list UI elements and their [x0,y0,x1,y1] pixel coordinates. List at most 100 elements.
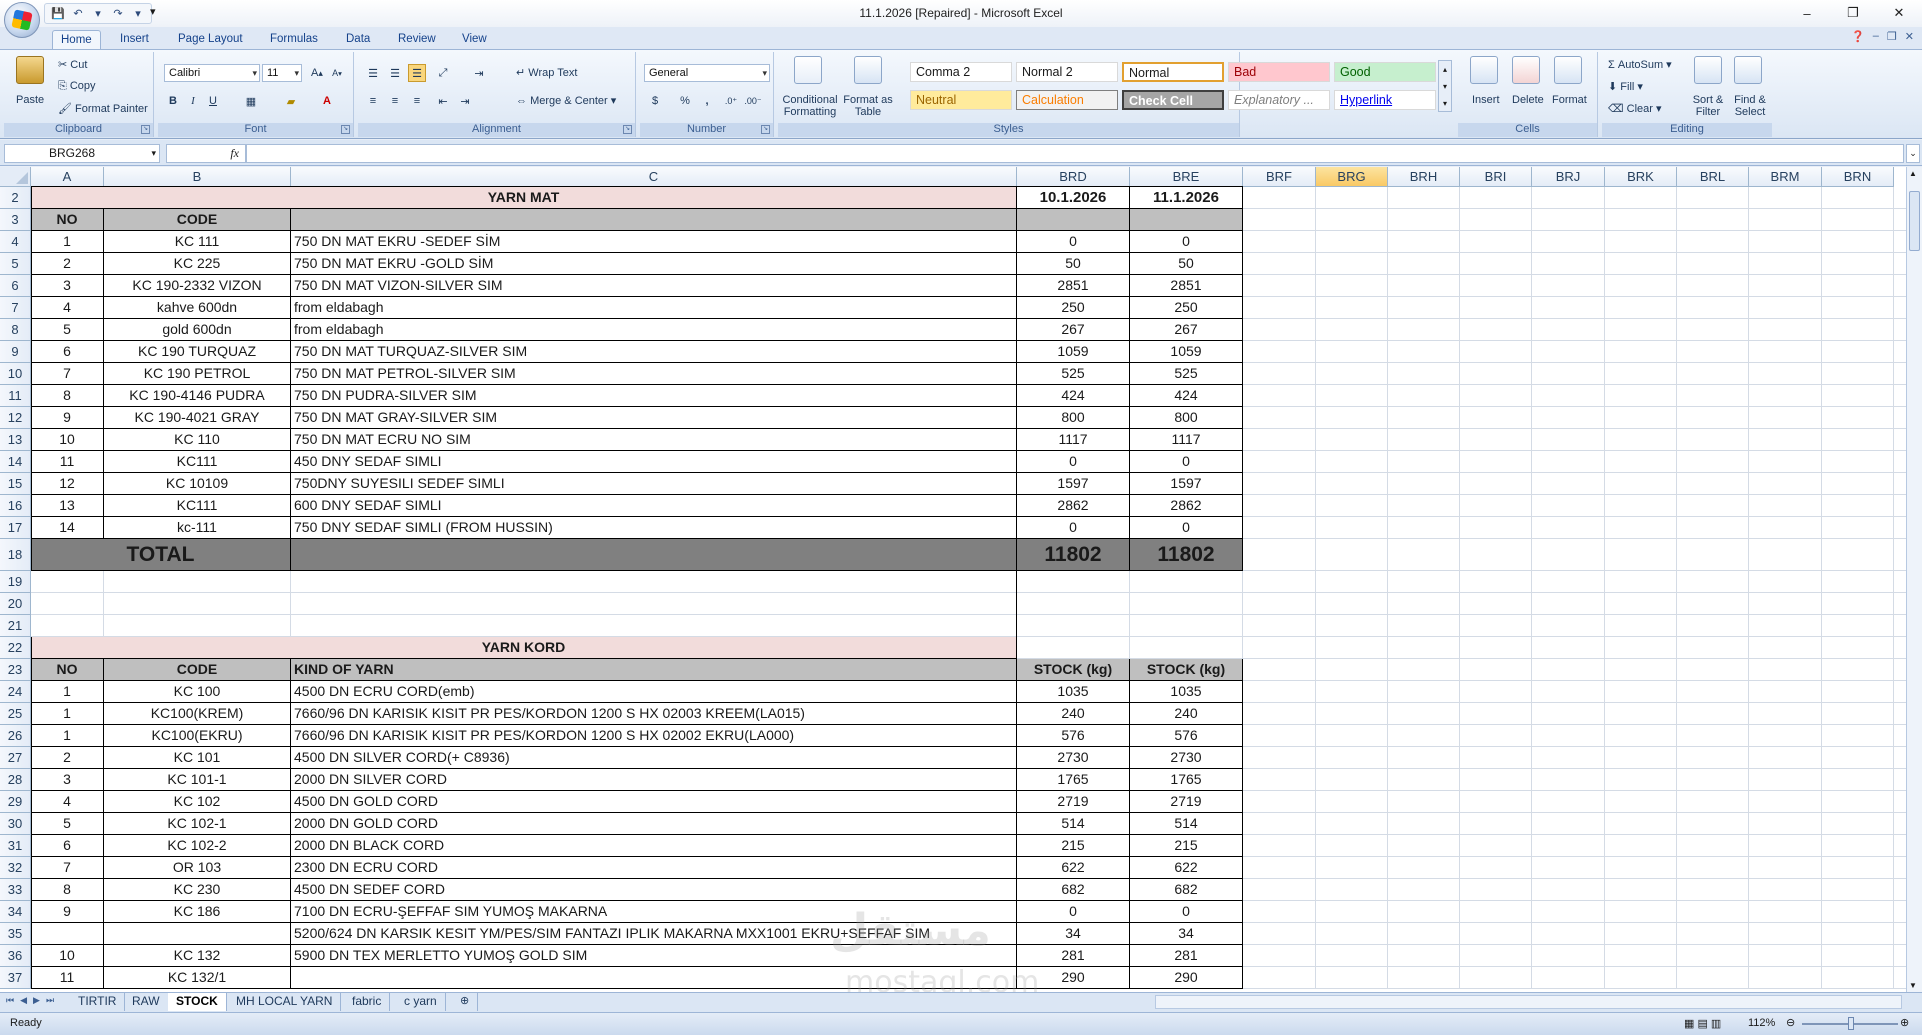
row-header-13[interactable]: 13 [0,429,31,451]
yarn-mat-stock-2[interactable]: 800 [1130,407,1243,429]
column-header-brm[interactable]: BRM [1749,167,1822,187]
yarn-kord-stock-1[interactable]: 281 [1017,945,1130,967]
yarn-kord-header-stock-2[interactable]: STOCK (kg) [1130,659,1243,681]
yarn-mat-no[interactable]: 6 [31,341,104,363]
ribbon-close-icon[interactable]: ✕ [1905,30,1914,43]
row-header-22[interactable]: 22 [0,637,31,659]
yarn-mat-desc[interactable]: 600 DNY SEDAF SIMLI [291,495,1017,517]
row-header-33[interactable]: 33 [0,879,31,901]
decrease-indent-icon[interactable]: ⇤ [434,92,452,110]
row-header-15[interactable]: 15 [0,473,31,495]
yarn-kord-no[interactable]: 10 [31,945,104,967]
dialog-launcher-icon[interactable]: ↘ [141,125,150,134]
yarn-kord-stock-1[interactable]: 682 [1017,879,1130,901]
row-header-14[interactable]: 14 [0,451,31,473]
yarn-mat-code[interactable]: KC 225 [104,253,291,275]
tab-view[interactable]: View [454,30,495,49]
column-header-c[interactable]: C [291,167,1017,187]
yarn-mat-code[interactable]: KC 190-4146 PUDRA [104,385,291,407]
increase-decimal-icon[interactable]: .0⁺ [722,92,740,110]
yarn-kord-no[interactable]: 7 [31,857,104,879]
yarn-kord-stock-2[interactable]: 2719 [1130,791,1243,813]
vertical-scrollbar[interactable]: ▲ ▼ [1906,167,1922,992]
scroll-up-icon[interactable]: ▲ [1909,169,1917,178]
yarn-mat-no[interactable]: 10 [31,429,104,451]
yarn-kord-code[interactable]: KC100(KREM) [104,703,291,725]
style-explanatory[interactable]: Explanatory ... [1228,90,1330,110]
align-center-icon[interactable]: ≡ [386,92,404,110]
yarn-kord-stock-1[interactable]: 2719 [1017,791,1130,813]
yarn-kord-title[interactable]: YARN KORD [31,637,1017,659]
yarn-mat-header-code[interactable]: CODE [104,209,291,231]
yarn-kord-stock-2[interactable]: 2730 [1130,747,1243,769]
shrink-font-icon[interactable]: A ▾ [328,64,346,82]
yarn-kord-no[interactable]: 8 [31,879,104,901]
yarn-kord-no[interactable]: 1 [31,725,104,747]
yarn-kord-kind[interactable]: 4500 DN SEDEF CORD [291,879,1017,901]
yarn-kord-kind[interactable]: 2000 DN GOLD CORD [291,813,1017,835]
yarn-mat-no[interactable]: 14 [31,517,104,539]
yarn-mat-desc[interactable]: 750 DN MAT TURQUAZ-SILVER SIM [291,341,1017,363]
yarn-kord-header-no[interactable]: NO [31,659,104,681]
bold-button[interactable]: B [164,92,182,110]
yarn-mat-stock-2[interactable]: 0 [1130,517,1243,539]
font-name-dropdown[interactable]: Calibri [164,64,260,82]
yarn-mat-no[interactable]: 13 [31,495,104,517]
yarn-mat-code[interactable]: KC111 [104,495,291,517]
yarn-mat-total-blank[interactable] [291,539,1017,571]
row-header-5[interactable]: 5 [0,253,31,275]
comma-button[interactable]: , [698,92,716,110]
wrap-text-button[interactable]: ↵ Wrap Text [516,66,577,79]
style-neutral[interactable]: Neutral [910,90,1012,110]
yarn-kord-no[interactable]: 3 [31,769,104,791]
yarn-mat-code[interactable]: KC 190 TURQUAZ [104,341,291,363]
row-header-6[interactable]: 6 [0,275,31,297]
yarn-mat-desc[interactable]: 750 DN MAT GRAY-SILVER SIM [291,407,1017,429]
yarn-mat-desc[interactable]: 450 DNY SEDAF SIMLI [291,451,1017,473]
yarn-kord-code[interactable]: KC 186 [104,901,291,923]
yarn-mat-code[interactable]: KC 111 [104,231,291,253]
find-select-button[interactable]: Find & Select [1730,94,1770,118]
yarn-kord-code[interactable]: KC 102-2 [104,835,291,857]
conditional-formatting-icon[interactable] [794,56,822,84]
row-header-16[interactable]: 16 [0,495,31,517]
row-header-19[interactable]: 19 [0,571,31,593]
row-header-7[interactable]: 7 [0,297,31,319]
yarn-mat-header-desc[interactable] [291,209,1017,231]
sheet-tab-tirtir[interactable]: TIRTIR [70,993,126,1011]
yarn-kord-stock-1[interactable]: 1765 [1017,769,1130,791]
insert-cells-icon[interactable] [1470,56,1498,84]
conditional-formatting-button[interactable]: Conditional Formatting [782,94,838,118]
name-box[interactable]: BRG268 [4,144,160,163]
insert-function-button[interactable]: fx [166,144,246,163]
format-as-table-button[interactable]: Format as Table [842,94,894,118]
merge-center-button[interactable]: ⇔ Merge & Center ▾ [516,94,616,107]
clear-button[interactable]: ⌫ Clear ▾ [1608,102,1662,115]
yarn-kord-kind[interactable]: 4500 DN SILVER CORD(+ C8936) [291,747,1017,769]
yarn-kord-code[interactable]: KC100(EKRU) [104,725,291,747]
format-painter-button[interactable]: 🖌 Format Painter [58,102,148,115]
yarn-kord-code[interactable]: OR 103 [104,857,291,879]
yarn-kord-no[interactable]: 9 [31,901,104,923]
yarn-kord-code[interactable]: KC 100 [104,681,291,703]
column-header-brh[interactable]: BRH [1388,167,1460,187]
decrease-decimal-icon[interactable]: .00⁻ [744,92,762,110]
fill-color-icon[interactable]: ▰ [282,92,300,110]
yarn-mat-desc[interactable]: 750 DN MAT VIZON-SILVER SIM [291,275,1017,297]
yarn-mat-date-2[interactable]: 11.1.2026 [1130,187,1243,209]
yarn-kord-stock-2[interactable]: 215 [1130,835,1243,857]
sheet-tab-fabric[interactable]: fabric [344,993,391,1011]
yarn-mat-header-no[interactable]: NO [31,209,104,231]
row-header-28[interactable]: 28 [0,769,31,791]
yarn-mat-stock-2[interactable]: 1117 [1130,429,1243,451]
yarn-mat-stock-1[interactable]: 0 [1017,231,1130,253]
yarn-mat-stock-2[interactable]: 424 [1130,385,1243,407]
underline-button[interactable]: U [204,92,222,110]
sheet-tab-raw[interactable]: RAW [124,993,169,1011]
prev-sheet-icon[interactable]: ◀ [20,995,27,1006]
style-normal-2[interactable]: Normal 2 [1016,62,1118,82]
yarn-kord-kind[interactable]: 2000 DN BLACK CORD [291,835,1017,857]
zoom-level[interactable]: 112% [1748,1017,1775,1029]
yarn-kord-no[interactable]: 6 [31,835,104,857]
yarn-kord-stock-2[interactable]: 1035 [1130,681,1243,703]
